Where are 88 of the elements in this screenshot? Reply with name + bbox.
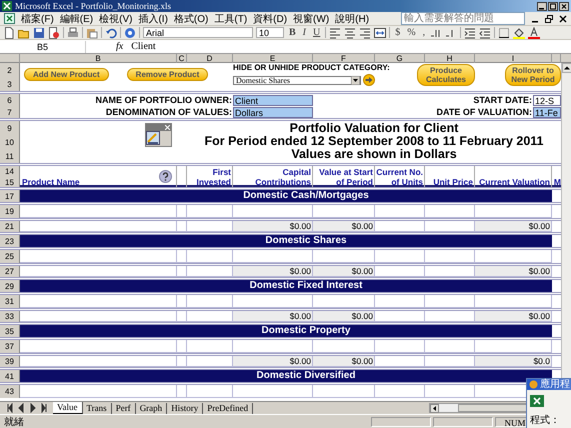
field-label: START DATE: [473, 95, 533, 105]
row-number: 17 [5, 192, 14, 200]
row-number: 10 [5, 138, 14, 146]
total-cell: $0.00 [233, 221, 313, 232]
help-search-field[interactable]: 輸入需要解答的問題 [401, 12, 525, 25]
menu-item[interactable]: 插入(I) [138, 12, 168, 26]
row-number: 7 [7, 108, 12, 116]
row-number: 25 [5, 252, 14, 261]
font-field[interactable]: Arial [143, 27, 253, 38]
style-button[interactable]: I [300, 26, 308, 38]
row-number: 9 [7, 124, 12, 132]
column-heading: Value at Start of Period [313, 166, 375, 188]
number-format-button[interactable]: $ [393, 26, 402, 38]
row-number: 35 [5, 326, 14, 336]
category-band: Domestic Shares [20, 235, 552, 247]
menu-item[interactable]: 檔案(F) [21, 12, 54, 26]
row-number: 2 [7, 66, 12, 74]
total-cell: $0.00 [475, 266, 552, 277]
row-number: 33 [5, 312, 14, 321]
function-label[interactable]: fx [86, 41, 132, 52]
report-title: Portfolio Valuation for Client [290, 122, 458, 135]
category-label: HIDE OR UNHIDE PRODUCT CATEGORY: [233, 63, 390, 74]
formula-field[interactable]: Client [131, 41, 156, 52]
category-dropdown[interactable]: Domestic Shares [233, 76, 361, 85]
menu-item[interactable]: 工具(T) [214, 12, 248, 26]
total-cell: $0.00 [475, 311, 552, 322]
row-number: 6 [7, 96, 12, 104]
row-number: 31 [5, 297, 14, 306]
column-heading: Current Valuation [475, 166, 552, 188]
row-number: 29 [5, 282, 14, 290]
menu-item[interactable]: 視窗(W) [293, 12, 330, 26]
category-band: Domestic Cash/Mortgages [20, 190, 552, 202]
menu-item[interactable]: 資料(D) [253, 12, 288, 26]
add-product-button[interactable]: Add New Product [24, 68, 109, 82]
total-cell: $0.00 [313, 266, 375, 277]
category-band: Domestic Fixed Interest [20, 280, 552, 292]
row-number: 15 [5, 178, 14, 187]
number-format-button[interactable]: % [405, 26, 418, 38]
row-number: 39 [5, 357, 14, 366]
total-cell: $0.00 [475, 221, 552, 232]
column-heading: Unit Price [425, 166, 475, 188]
menu-item[interactable]: 說明(H) [335, 12, 370, 26]
category-band: Domestic Property [20, 325, 552, 337]
total-cell: $0.0 [475, 356, 552, 367]
row-number: 3 [7, 80, 12, 88]
date-cell[interactable]: 11-Fe [533, 106, 561, 118]
column-heading: First Invested [187, 166, 233, 188]
calculate-button[interactable]: Produce Calculates [417, 64, 475, 86]
row-number: 43 [5, 387, 14, 396]
total-cell: $0.00 [313, 311, 375, 322]
column-heading: M [552, 176, 561, 188]
field-label: DATE OF VALUATION: [436, 107, 533, 117]
report-title: Values are shown in Dollars [291, 148, 457, 161]
value-cell[interactable]: Dollars [233, 106, 313, 118]
style-button[interactable]: U [311, 26, 322, 38]
sheet-tab[interactable]: Value [53, 402, 82, 414]
column-heading: Capital Contributions [233, 166, 313, 188]
row-number: 37 [5, 342, 14, 351]
row-number: 19 [5, 207, 14, 216]
menu-item[interactable]: 編輯(E) [60, 12, 94, 26]
menu-item[interactable]: 格式(O) [174, 12, 208, 26]
value-cell[interactable]: Client [233, 94, 313, 106]
menu-item[interactable]: 檢視(V) [99, 12, 132, 26]
column-heading: Current No. of Units [375, 166, 425, 188]
name-box[interactable]: B5 [0, 40, 86, 52]
remove-product-button[interactable]: Remove Product [126, 68, 208, 82]
total-cell: $0.00 [233, 266, 313, 277]
font-size-field[interactable]: 10 [256, 27, 284, 38]
field-label: NAME OF PORTFOLIO OWNER: [94, 95, 233, 105]
row-number: 11 [5, 152, 14, 160]
total-cell: $0.00 [313, 221, 375, 232]
number-format-button[interactable]: , [420, 26, 428, 38]
column-heading: Product Name [22, 177, 80, 187]
row-number: 21 [5, 222, 14, 231]
field-label: DENOMINATION OF VALUES: [104, 107, 233, 117]
row-number: 27 [5, 267, 14, 276]
row-number: 41 [5, 372, 14, 380]
rollover-button[interactable]: Rollover to New Period [505, 64, 561, 86]
row-number: 23 [5, 236, 14, 246]
status-text: 就緒 [4, 416, 24, 428]
window-title: Microsoft Excel - Portfolio_Monitoring.xls [15, 1, 171, 11]
total-cell: $0.00 [313, 356, 375, 367]
row-number: 14 [5, 167, 14, 176]
total-cell: $0.00 [233, 356, 313, 367]
report-title: For Period ended 12 September 2008 to 11 February 2011 [204, 135, 544, 148]
date-cell[interactable]: 12-S [533, 94, 561, 106]
style-button[interactable]: B [287, 26, 298, 38]
total-cell: $0.00 [233, 311, 313, 322]
